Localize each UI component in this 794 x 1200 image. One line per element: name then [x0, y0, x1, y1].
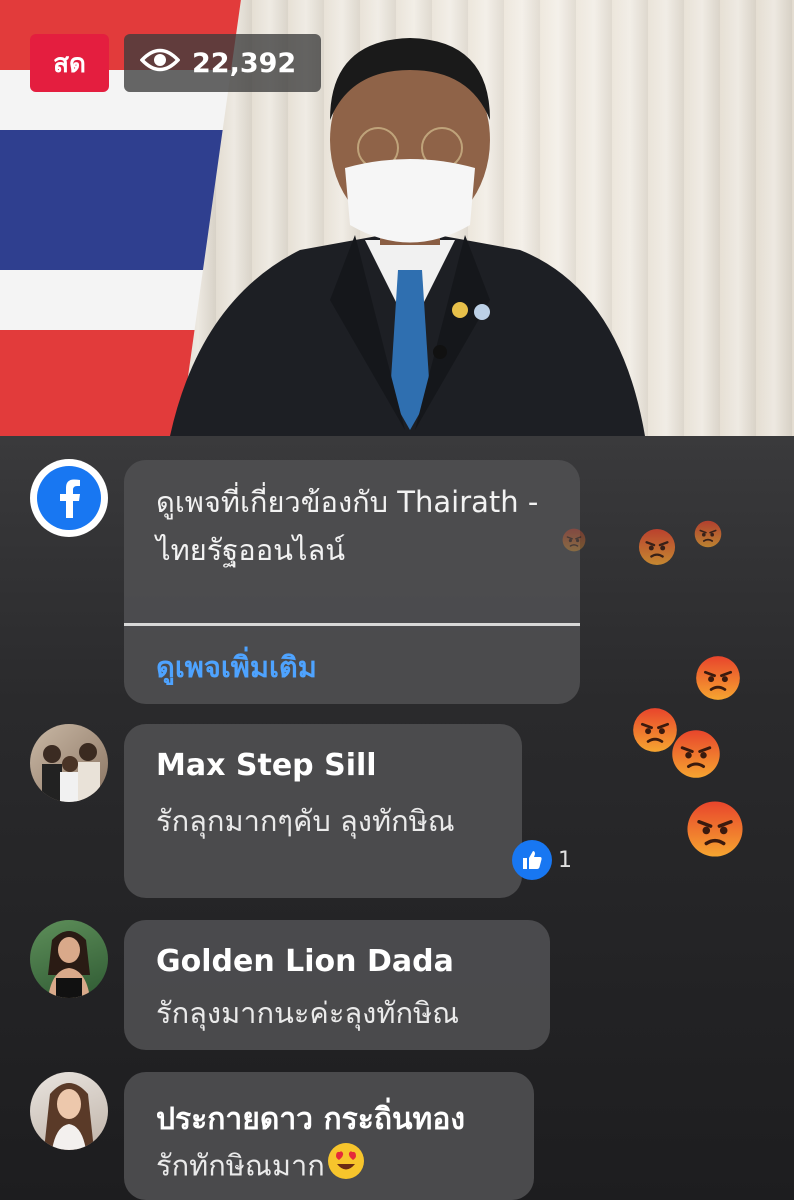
comment-text-content: รักทักษิณมาก — [156, 1148, 325, 1183]
angry-emoji — [695, 655, 741, 705]
eye-icon — [139, 47, 181, 80]
page-suggestion-card[interactable]: ดูเพจที่เกี่ยวข้องกับ Thairath - ไทยรัฐอ… — [124, 460, 580, 704]
angry-emoji — [638, 528, 676, 570]
card-divider — [124, 623, 580, 626]
comment-text: รักลุกมากๆคับ ลุงทักษิณ — [156, 804, 455, 838]
angry-emoji — [562, 528, 586, 556]
live-video[interactable]: สด 22,392 — [0, 0, 794, 436]
heart-eyes-emoji — [327, 1142, 365, 1193]
comment-author[interactable]: ประกายดาว กระถิ่นทอง — [156, 1096, 465, 1143]
avatar[interactable] — [30, 724, 108, 802]
reaction-count: 1 — [558, 847, 572, 873]
facebook-icon — [30, 459, 108, 537]
comment-author[interactable]: Max Step Sill — [156, 748, 377, 783]
angry-emoji — [694, 520, 722, 552]
live-badge: สด — [30, 34, 109, 92]
live-label: สด — [53, 48, 86, 79]
comment-bubble: Max Step Sill รักลุกมากๆคับ ลุงทักษิณ — [124, 724, 522, 898]
page-suggestion-text: ดูเพจที่เกี่ยวข้องกับ Thairath - ไทยรัฐอ… — [156, 485, 539, 567]
angry-emoji — [686, 800, 744, 862]
comment-text: รักลุงมากนะค่ะลุงทักษิณ — [156, 996, 460, 1030]
angry-emoji — [671, 729, 721, 783]
like-icon — [512, 840, 552, 880]
speaker — [170, 38, 645, 436]
viewer-count: 22,392 — [192, 47, 297, 79]
comment-text: รักทักษิณมาก — [156, 1142, 536, 1193]
comment-bubble: ประกายดาว กระถิ่นทอง รักทักษิณมาก — [124, 1072, 534, 1200]
see-more-pages-link[interactable]: ดูเพจเพิ่มเติม — [156, 644, 317, 690]
comment-bubble: Golden Lion Dada รักลุงมากนะค่ะลุงทักษิณ — [124, 920, 550, 1050]
comment-reaction-count[interactable]: 1 — [512, 840, 572, 880]
comment-author[interactable]: Golden Lion Dada — [156, 944, 454, 979]
viewer-count-badge: 22,392 — [124, 34, 321, 92]
avatar[interactable] — [30, 1072, 108, 1150]
avatar[interactable] — [30, 920, 108, 998]
